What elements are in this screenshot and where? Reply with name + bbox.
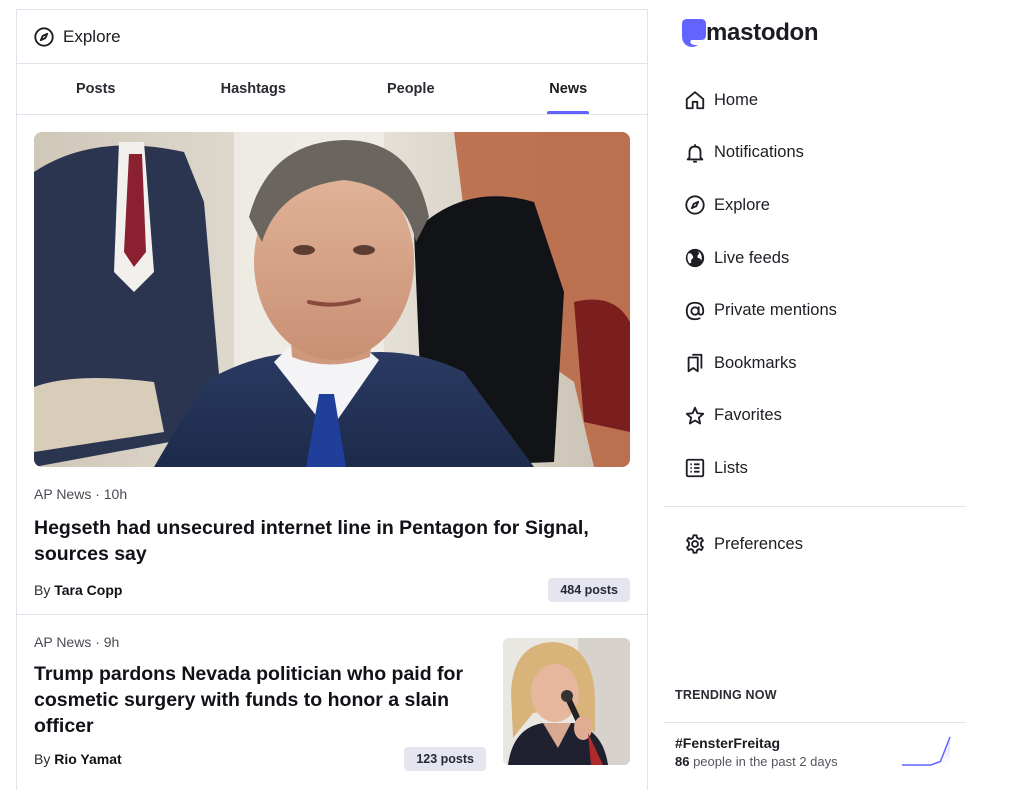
at-icon bbox=[684, 300, 706, 322]
sparkline-area bbox=[902, 737, 950, 765]
tab-people[interactable]: People bbox=[332, 64, 490, 114]
explore-column: Explore Posts Hashtags People News AP Ne… bbox=[16, 9, 648, 790]
nav-item-favorites[interactable]: Favorites bbox=[664, 390, 966, 443]
tab-news[interactable]: News bbox=[490, 64, 648, 114]
trend-sparkline bbox=[902, 736, 951, 766]
navigation-panel: mastodon Home Notifications Explore Live… bbox=[664, 0, 966, 790]
nav-label: Private mentions bbox=[714, 301, 837, 320]
explore-tabs: Posts Hashtags People News bbox=[17, 64, 647, 115]
nav-label: Home bbox=[714, 90, 759, 109]
page-title: Explore bbox=[63, 26, 121, 46]
compass-icon bbox=[684, 194, 706, 216]
nav-item-lists[interactable]: Lists bbox=[664, 442, 966, 495]
nav-label: Notifications bbox=[714, 143, 804, 162]
trending-panel: TRENDING NOW #FensterFreitag 86 people i… bbox=[664, 688, 966, 783]
compass-icon bbox=[33, 26, 55, 48]
author-name[interactable]: Rio Yamat bbox=[54, 751, 121, 767]
nav-label: Favorites bbox=[714, 406, 782, 425]
nav-item-bookmarks[interactable]: Bookmarks bbox=[664, 337, 966, 390]
nav-label: Bookmarks bbox=[714, 353, 797, 372]
star-icon bbox=[684, 405, 706, 427]
bookmarks-icon bbox=[684, 352, 706, 374]
mastodon-logo[interactable]: mastodon bbox=[680, 16, 819, 50]
nav-item-home[interactable]: Home bbox=[664, 74, 966, 127]
story-text: AP News · 9h Trump pardons Nevada politi… bbox=[34, 634, 486, 771]
bell-icon bbox=[684, 142, 706, 164]
gear-icon bbox=[684, 533, 706, 555]
nav-item-live-feeds[interactable]: Live feeds bbox=[664, 232, 966, 285]
story-footer: By Tara Copp 484 posts bbox=[34, 578, 630, 602]
tab-posts[interactable]: Posts bbox=[17, 64, 175, 114]
nav-item-explore[interactable]: Explore bbox=[664, 179, 966, 232]
story-thumbnail[interactable] bbox=[503, 638, 630, 765]
story-image[interactable] bbox=[34, 132, 630, 467]
story-byline: By Tara Copp bbox=[34, 582, 122, 598]
column-header[interactable]: Explore bbox=[17, 10, 647, 64]
news-story-card[interactable]: AP News · 10h Hegseth had unsecured inte… bbox=[17, 115, 647, 615]
posts-count-badge: 484 posts bbox=[548, 578, 630, 602]
nav-label: Live feeds bbox=[714, 248, 790, 267]
usage-text: people in the past 2 days bbox=[689, 754, 838, 769]
nav-item-preferences[interactable]: Preferences bbox=[664, 518, 966, 571]
nav-label: Explore bbox=[714, 195, 770, 214]
story-footer: By Rio Yamat 123 posts bbox=[34, 747, 486, 771]
story-byline: By Rio Yamat bbox=[34, 751, 122, 767]
brand-name: mastodon bbox=[706, 19, 819, 46]
trending-hashtag-item[interactable]: #FensterFreitag 86 people in the past 2 … bbox=[664, 723, 966, 783]
globe-icon bbox=[684, 247, 706, 269]
posts-count-badge: 123 posts bbox=[404, 747, 486, 771]
story-meta: AP News · 10h bbox=[34, 486, 128, 502]
mastodon-logo-icon bbox=[680, 18, 708, 48]
trending-title: TRENDING NOW bbox=[675, 688, 777, 702]
list-icon bbox=[684, 457, 706, 479]
nav-label: Preferences bbox=[714, 534, 803, 553]
byline-prefix: By bbox=[34, 751, 51, 767]
nav-list: Home Notifications Explore Live feeds Pr… bbox=[664, 74, 966, 570]
nav-item-notifications[interactable]: Notifications bbox=[664, 127, 966, 180]
nav-item-private-mentions[interactable]: Private mentions bbox=[664, 284, 966, 337]
nav-divider bbox=[664, 505, 966, 507]
home-icon bbox=[684, 89, 706, 111]
byline-prefix: By bbox=[34, 582, 51, 598]
tab-hashtags[interactable]: Hashtags bbox=[175, 64, 333, 114]
author-name[interactable]: Tara Copp bbox=[54, 582, 122, 598]
usage-count: 86 bbox=[675, 754, 690, 769]
nav-label: Lists bbox=[714, 458, 748, 477]
story-headline[interactable]: Hegseth had unsecured internet line in P… bbox=[34, 515, 594, 567]
news-story-card[interactable]: AP News · 9h Trump pardons Nevada politi… bbox=[17, 615, 647, 785]
story-headline[interactable]: Trump pardons Nevada politician who paid… bbox=[34, 661, 486, 739]
story-meta: AP News · 9h bbox=[34, 634, 120, 650]
